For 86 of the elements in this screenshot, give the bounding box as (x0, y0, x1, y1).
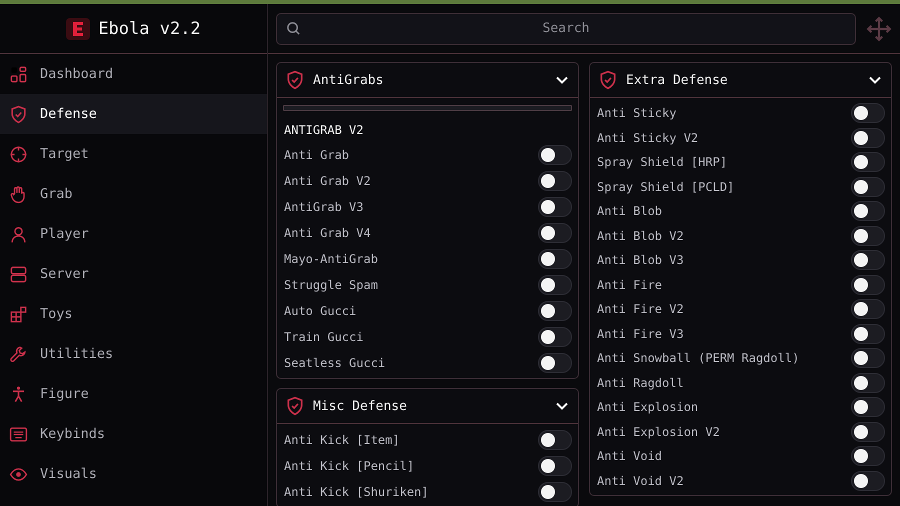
toggle-switch[interactable] (538, 197, 572, 217)
toggle-label: Anti Blob (597, 204, 662, 218)
toggle-label: Spray Shield [PCLD] (597, 180, 734, 194)
toggle-switch[interactable] (851, 274, 885, 295)
sidebar-item[interactable]: Grab (0, 174, 267, 214)
toggle-switch[interactable] (851, 324, 885, 344)
toggle-switch[interactable] (538, 249, 572, 269)
logo-icon (66, 18, 90, 40)
search-field[interactable]: Search (276, 12, 856, 44)
toggle-switch[interactable] (851, 226, 885, 246)
toggle-label: Anti Sticky V2 (597, 130, 698, 145)
toggle-switch[interactable] (851, 152, 885, 172)
sidebar-item[interactable]: Defense (0, 94, 267, 134)
toggle-switch[interactable] (851, 299, 885, 320)
subheading: ANTIGRAB V2 (283, 122, 364, 139)
shield-icon (285, 70, 305, 90)
toggle-label: Train Gucci (284, 330, 364, 344)
toggle-switch[interactable] (851, 250, 885, 270)
toggle-switch[interactable] (851, 128, 885, 148)
sidebar-item[interactable]: Toys (0, 294, 267, 334)
toggle-switch[interactable] (851, 397, 885, 418)
toggle-label: Anti Explosion (597, 400, 698, 414)
toggle-label: Anti Fire V3 (597, 326, 684, 341)
toggle-switch[interactable] (851, 103, 885, 124)
toggle-label: Anti Void V2 (597, 474, 684, 488)
toggle-label: Anti Fire V2 (597, 302, 684, 316)
shield-icon (9, 104, 28, 124)
toggle-switch[interactable] (851, 201, 885, 222)
person-icon (9, 224, 28, 244)
toggle-switch[interactable] (851, 470, 885, 491)
hand-icon (9, 184, 28, 204)
toggle-label: Seatless Gucci (284, 356, 386, 370)
toggle-switch[interactable] (538, 456, 572, 476)
toggle-label: Anti Fire (597, 278, 662, 292)
toggle-label: Anti Grab V2 (284, 174, 371, 188)
wrench-icon (9, 344, 28, 364)
toggle-label: Struggle Spam (284, 278, 378, 292)
sidebar-item[interactable]: Dashboard (0, 54, 267, 94)
toggle-label: Auto Gucci (284, 304, 356, 318)
toggle-switch[interactable] (538, 430, 572, 450)
toggle-label: Anti Ragdoll (597, 376, 684, 390)
section-title: Extra Defense (626, 72, 729, 88)
toggle-label: AntiGrab V3 (284, 200, 364, 214)
toggle-label: Spray Shield [HRP] (597, 155, 728, 170)
toggle-label: Anti Void (597, 449, 662, 464)
toggle-switch[interactable] (538, 145, 572, 165)
toggle-switch[interactable] (538, 171, 572, 191)
toggle-switch[interactable] (851, 348, 885, 368)
toggle-label: Anti Grab (284, 148, 350, 162)
toggle-label: Anti Grab V4 (284, 226, 371, 240)
sidebar-item[interactable]: Keybinds (0, 414, 267, 454)
shield-icon (285, 396, 305, 416)
section-title: Misc Defense (313, 398, 408, 414)
toggle-label: Mayo-AntiGrab (284, 252, 378, 266)
sidebar-item[interactable]: Server (0, 254, 267, 294)
sidebar-item[interactable]: Target (0, 134, 267, 174)
sidebar-item[interactable]: Utilities (0, 334, 267, 374)
toggle-label: Anti Explosion V2 (597, 424, 720, 439)
toggle-switch[interactable] (851, 372, 885, 393)
toggle-switch[interactable] (851, 446, 885, 466)
toggle-switch[interactable] (538, 223, 572, 243)
sidebar-item[interactable]: Visuals (0, 454, 267, 494)
toggle-label: Anti Kick [Shuriken] (284, 485, 428, 499)
sidebar-item[interactable]: Figure (0, 374, 267, 414)
toggle-switch[interactable] (538, 353, 572, 373)
toggle-label: Anti Sticky (597, 106, 676, 120)
section-title: AntiGrabs (313, 72, 384, 88)
sidebar-item[interactable]: Player (0, 214, 267, 254)
toggle-label: Anti Kick [Item] (284, 433, 400, 447)
crosshair-icon (9, 144, 28, 164)
toggle-switch[interactable] (538, 482, 572, 502)
app-title: Ebola v2.2 (98, 18, 201, 38)
toggle-label: Anti Blob V2 (597, 228, 684, 243)
blocks-icon (9, 304, 28, 324)
toggle-switch[interactable] (851, 176, 885, 197)
toggle-switch[interactable] (538, 275, 572, 295)
toggle-label: Anti Blob V3 (597, 253, 684, 268)
keyboard-icon (9, 424, 28, 444)
toggle-label: Anti Snowball (PERM Ragdoll) (597, 351, 800, 366)
server-icon (9, 264, 28, 284)
grid-icon (9, 64, 28, 84)
shield-icon (598, 70, 618, 90)
toggle-label: Anti Kick [Pencil] (284, 459, 414, 473)
toggle-switch[interactable] (538, 327, 572, 347)
toggle-switch[interactable] (851, 422, 885, 442)
toggle-switch[interactable] (538, 301, 572, 321)
